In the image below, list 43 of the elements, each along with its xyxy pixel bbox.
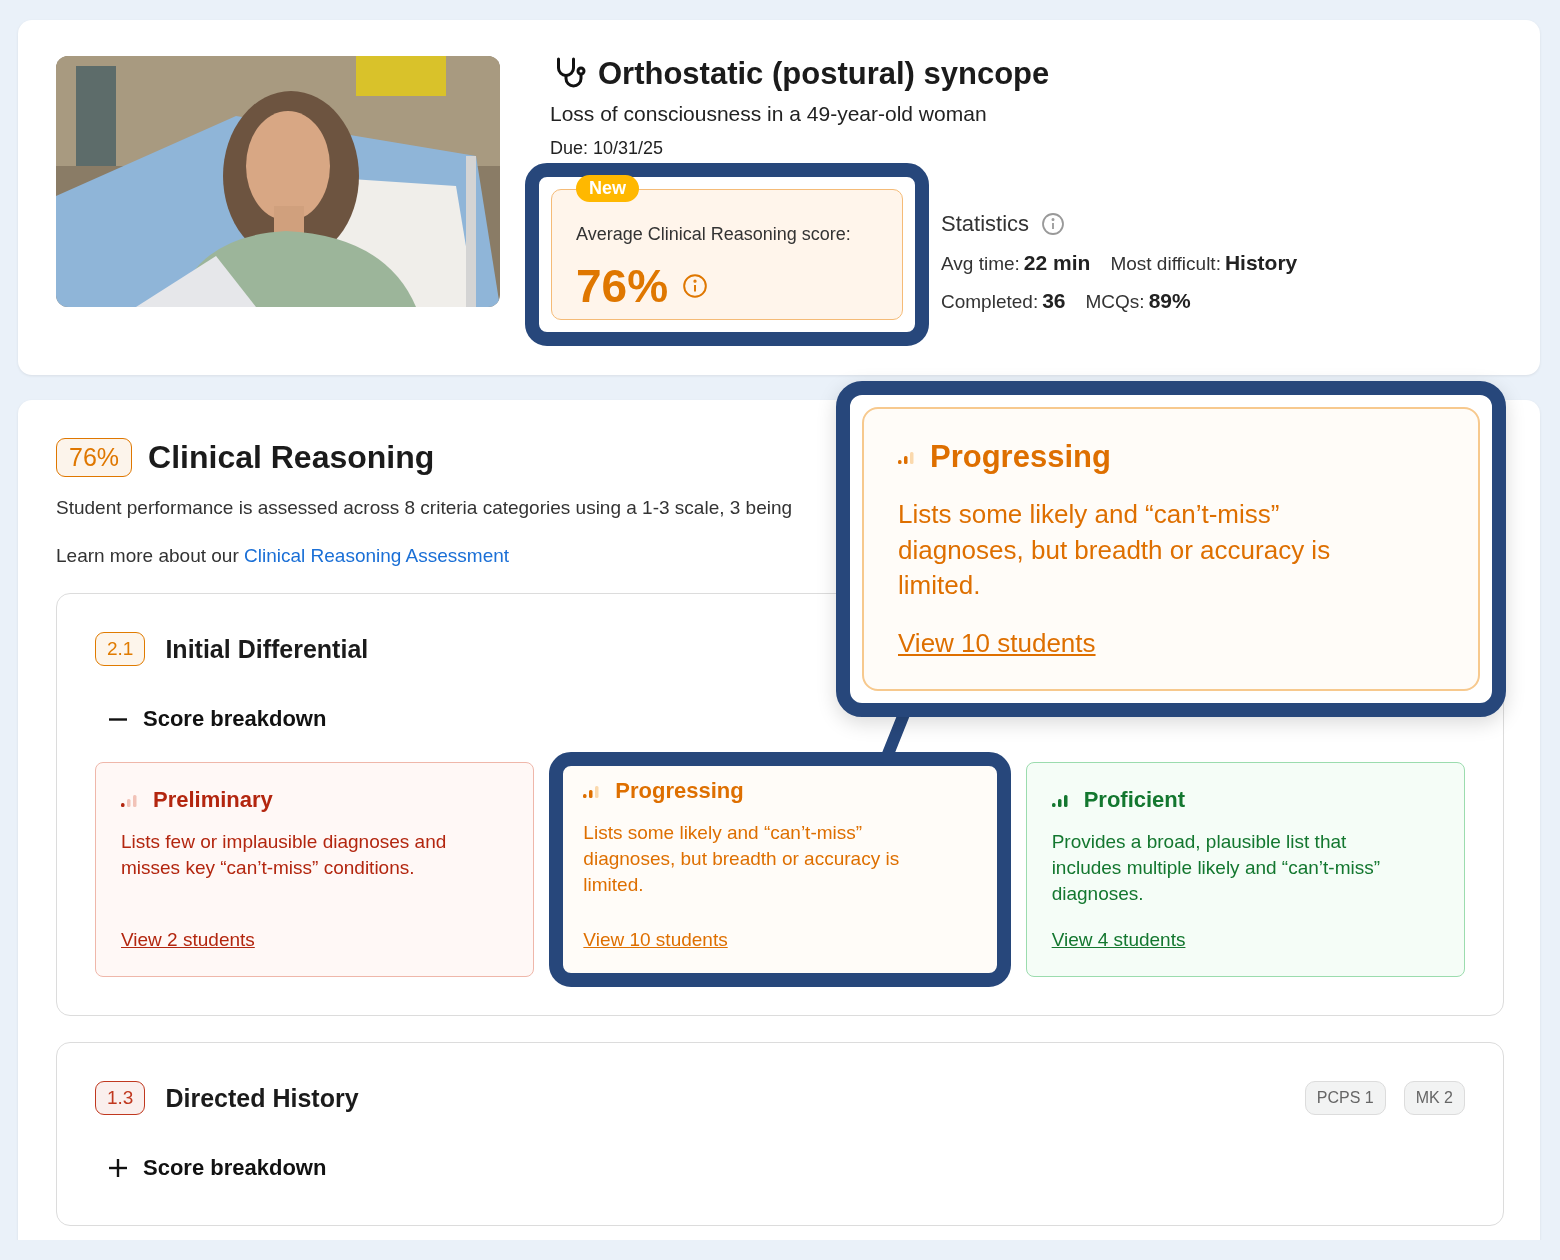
level-title: Preliminary bbox=[153, 787, 273, 813]
stat-item: MCQs: 89% bbox=[1085, 288, 1191, 313]
view-students-link[interactable]: View 10 students bbox=[583, 929, 728, 952]
criteria-title: Initial Differential bbox=[165, 634, 369, 664]
score-badge: 76% bbox=[56, 438, 133, 477]
view-students-link[interactable]: View 4 students bbox=[1051, 929, 1186, 952]
level-description: Lists few or implausible diagnoses and misses key “can’t-miss” conditions. bbox=[121, 830, 448, 880]
info-icon[interactable] bbox=[682, 273, 709, 299]
case-subtitle: Loss of consciousness in a 49-year-old woman bbox=[550, 102, 988, 126]
due-date: Due: 10/31/25 bbox=[550, 138, 665, 159]
stat-item: Most difficult: History bbox=[1110, 250, 1298, 275]
level-title: Progressing bbox=[615, 778, 744, 804]
description: Student performance is assessed across 8 criteria categories using a 1-3 scale, 3 being bbox=[56, 497, 793, 519]
level-title: Progressing bbox=[930, 439, 1111, 475]
score-value: 76% bbox=[576, 259, 669, 313]
statistics-title: Statistics bbox=[941, 210, 1030, 237]
stat-item: Completed: 36 bbox=[941, 288, 1066, 313]
view-students-link[interactable]: View 2 students bbox=[121, 929, 255, 952]
signal-bars-icon bbox=[121, 793, 139, 807]
score-breakdown-toggle[interactable]: Score breakdown bbox=[109, 706, 327, 732]
tag: MK 2 bbox=[1403, 1081, 1465, 1116]
new-badge: New bbox=[576, 175, 639, 202]
criteria-number: 1.3 bbox=[95, 1081, 146, 1116]
stat-item: Avg time: 22 min bbox=[941, 250, 1091, 275]
view-students-link[interactable]: View 10 students bbox=[898, 628, 1096, 659]
level-description: Provides a broad, plausible list that includes multiple likely and “can’t-miss” diagnoses. bbox=[1051, 830, 1382, 907]
signal-bars-icon bbox=[1051, 793, 1070, 807]
signal-bars-icon bbox=[583, 784, 602, 798]
plus-icon bbox=[109, 1159, 127, 1178]
info-icon[interactable] bbox=[1041, 211, 1066, 236]
signal-bars-icon bbox=[898, 450, 916, 464]
assessment-link[interactable]: Clinical Reasoning Assessment bbox=[244, 545, 510, 566]
score-label: Average Clinical Reasoning score: bbox=[576, 224, 852, 245]
criteria-number: 2.1 bbox=[95, 632, 146, 666]
criteria-title: Directed History bbox=[165, 1083, 359, 1113]
level-description: Lists some likely and “can’t-miss” diagnoses, but breadth or accuracy is limited. bbox=[583, 821, 901, 898]
score-breakdown-toggle[interactable]: Score breakdown bbox=[109, 1155, 327, 1182]
tag: PCPS 1 bbox=[1304, 1081, 1386, 1116]
level-title: Proficient bbox=[1083, 787, 1186, 813]
minus-icon bbox=[109, 717, 127, 721]
section-title: Clinical Reasoning bbox=[148, 439, 435, 476]
level-description: Lists some likely and “can’t-miss” diagnoses, but breadth or accuracy is limited. bbox=[898, 498, 1332, 603]
case-title: Orthostatic (postural) syncope bbox=[598, 56, 1050, 92]
